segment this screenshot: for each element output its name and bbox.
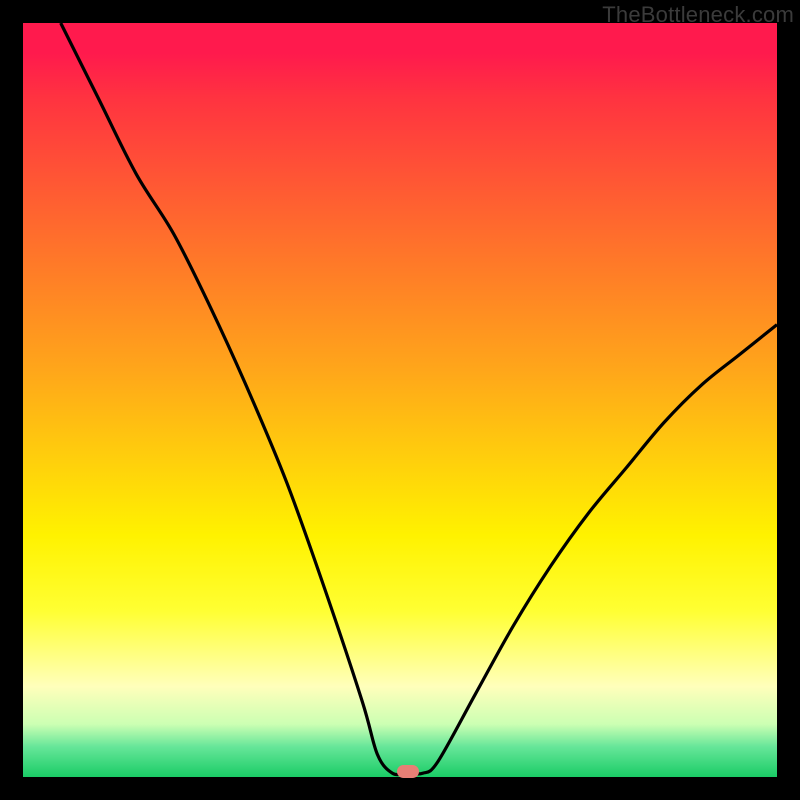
curve-path <box>61 23 777 775</box>
optimal-point-marker <box>397 765 419 778</box>
plot-area <box>23 23 777 777</box>
chart-frame: TheBottleneck.com <box>0 0 800 800</box>
bottleneck-curve <box>23 23 777 777</box>
